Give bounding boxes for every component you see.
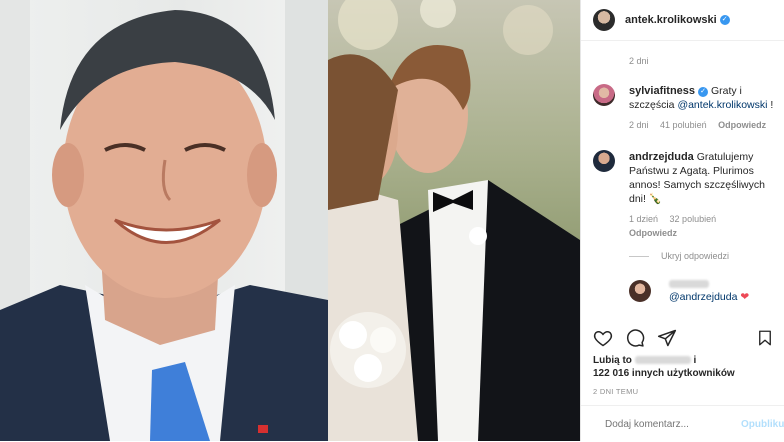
comment-mention[interactable]: @antek.krolikowski [677,99,767,111]
comment-likes[interactable]: 41 polubień [660,120,707,130]
add-comment-bar: Opublikuj [581,405,784,442]
divider-line [629,255,649,257]
comment-icon[interactable] [625,328,645,348]
publish-button[interactable]: Opublikuj [741,419,784,430]
share-icon[interactable] [657,328,677,348]
post-timestamp: 2 DNI TEMU [593,387,639,396]
likes-conj: i [693,355,697,366]
portrait-illustration [0,0,328,441]
verified-badge-icon: ✓ [698,87,709,97]
wedding-illustration [328,0,580,441]
commenter-avatar[interactable] [593,150,615,172]
comment-input[interactable] [603,417,727,431]
commenter-username[interactable]: sylviafitness [629,85,695,97]
heart-emoji: ❤ [740,291,750,303]
hide-replies-toggle[interactable]: Ukryj odpowiedzi [629,251,729,261]
author-avatar[interactable] [593,9,615,31]
comment-meta: 1 dzień 32 polubień Odpowiedz [629,212,779,240]
bookmark-icon[interactable] [756,328,774,348]
likes-summary[interactable]: Lubią to i 122 016 innych użytkowników [593,354,735,380]
comment-text: andrzejduda Gratulujemy Państwu z Agatą.… [629,150,779,240]
heart-icon[interactable] [593,328,613,348]
author-username[interactable]: antek.krolikowski [625,14,717,26]
instagram-comments-panel: antek.krolikowski ✓ 2 dni sylviafitness ✓… [580,0,784,441]
right-photo-wedding [328,0,580,441]
comment-suffix: ! [767,99,774,111]
likes-count: 122 016 innych użytkowników [593,368,735,379]
author-caption-time: 2 dni [629,56,649,66]
post-header: antek.krolikowski ✓ [581,0,784,41]
post-actions [593,328,677,348]
likes-prefix: Lubią to [593,355,632,366]
verified-badge-icon: ✓ [719,15,730,25]
reply-avatar[interactable] [629,280,651,302]
reply-button[interactable]: Odpowiedz [629,228,677,238]
comment-time[interactable]: 2 dni [629,120,649,130]
comment-time[interactable]: 1 dzień [629,214,658,224]
blurred-username [669,280,709,288]
hide-replies-label: Ukryj odpowiedzi [661,251,730,261]
left-photo-portrait [0,0,328,441]
reply-button[interactable]: Odpowiedz [718,120,766,130]
commenter-username[interactable]: andrzejduda [629,151,694,163]
comment-likes[interactable]: 32 polubień [670,214,717,224]
comment-text: sylviafitness ✓ Graty i szczęścia @antek.… [629,84,779,132]
blurred-liker [634,356,691,364]
reply-mention[interactable]: @andrzejduda [669,291,737,303]
commenter-avatar[interactable] [593,84,615,106]
comment-meta: 2 dni 41 polubień Odpowiedz [629,118,779,132]
